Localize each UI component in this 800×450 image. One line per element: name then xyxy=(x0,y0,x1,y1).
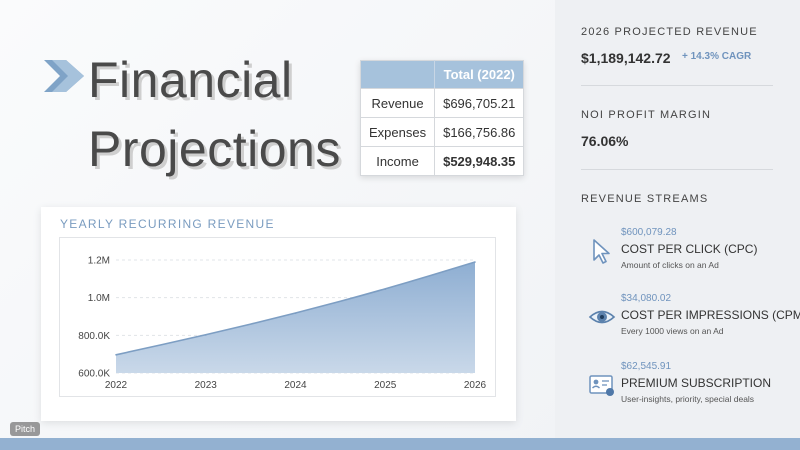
stream-title: PREMIUM SUBSCRIPTION xyxy=(621,376,772,390)
revenue-area-chart: 600.0K 800.0K 1.0M 1.2M 2022 2023 2024 2025 2026 xyxy=(78,256,487,392)
stream-amount: $600,079.28 xyxy=(621,227,677,238)
table-row: Income $529,948.35 xyxy=(359,146,525,176)
eye-icon xyxy=(588,310,616,324)
x-tick-label: 2023 xyxy=(195,380,218,391)
table-header-empty xyxy=(359,60,436,89)
pitch-badge[interactable]: Pitch xyxy=(10,422,41,436)
y-tick-label: 1.2M xyxy=(88,256,110,267)
stream-title: COST PER CLICK (CPC) xyxy=(621,242,758,256)
noi-margin-label: NOI PROFIT MARGIN xyxy=(581,109,712,121)
x-tick-label: 2025 xyxy=(374,380,397,391)
data-point-2024 xyxy=(294,312,297,315)
chart-title: YEARLY RECURRING REVENUE xyxy=(60,217,275,231)
revenue-streams-label: REVENUE STREAMS xyxy=(581,193,709,205)
table-cell-value: $529,948.35 xyxy=(434,146,525,176)
projected-revenue-label: 2026 PROJECTED REVENUE xyxy=(581,26,758,38)
stream-description: User-insights, priority, special deals xyxy=(621,394,755,404)
data-point-2025 xyxy=(384,288,387,290)
data-point-2023 xyxy=(204,334,207,336)
stream-description: Every 1000 views on an Ad xyxy=(621,326,724,336)
page-title-line1: Financial xyxy=(88,52,293,108)
table-header-total: Total (2022) xyxy=(434,60,525,89)
chart-frame: 600.0K 800.0K 1.0M 1.2M 2022 2023 2024 2025 2026 xyxy=(59,237,496,397)
chevron-right-icon xyxy=(44,60,84,92)
y-tick-label: 800.0K xyxy=(78,331,110,342)
stream-description: Amount of clicks on an Ad xyxy=(621,260,719,270)
table-cell-label: Revenue xyxy=(359,88,436,118)
table-header-row: Total (2022) xyxy=(359,60,525,89)
table-cell-value: $696,705.21 xyxy=(434,88,525,118)
divider xyxy=(581,85,773,86)
summary-table: Total (2022) Revenue $696,705.21 Expense… xyxy=(359,60,525,176)
bottom-accent-strip xyxy=(0,438,800,450)
table-row: Revenue $696,705.21 xyxy=(359,88,525,118)
projected-revenue-value: $1,189,142.72 xyxy=(581,50,671,66)
table-cell-label: Expenses xyxy=(359,117,436,147)
data-point-2026 xyxy=(474,261,476,263)
cursor-icon xyxy=(593,239,610,264)
x-tick-label: 2022 xyxy=(105,380,128,391)
stream-amount: $62,545.91 xyxy=(621,361,672,372)
table-cell-label: Income xyxy=(359,146,436,176)
table-cell-value: $166,756.86 xyxy=(434,117,525,147)
cagr-badge: + 14.3% CAGR xyxy=(682,51,752,62)
data-point-2022 xyxy=(115,353,117,356)
stream-title: COST PER IMPRESSIONS (CPM) xyxy=(621,308,800,322)
divider xyxy=(581,169,773,170)
stream-cpc: $600,079.28 COST PER CLICK (CPC) Amount … xyxy=(588,227,798,289)
stream-premium: $62,545.91 PREMIUM SUBSCRIPTION User-ins… xyxy=(588,361,798,423)
y-tick-label: 1.0M xyxy=(88,293,110,304)
y-tick-label: 600.0K xyxy=(78,369,110,380)
certificate-icon xyxy=(589,375,614,396)
noi-margin-value: 76.06% xyxy=(581,133,629,149)
table-row: Expenses $166,756.86 xyxy=(359,117,525,147)
stream-amount: $34,080.02 xyxy=(621,293,672,304)
x-tick-label: 2024 xyxy=(284,380,307,391)
revenue-chart-card: YEARLY RECURRING REVENUE 600.0K 800.0K 1.0… xyxy=(41,207,516,421)
stream-cpm: $34,080.02 COST PER IMPRESSIONS (CPM) Ev… xyxy=(588,293,800,355)
x-tick-label: 2026 xyxy=(464,380,487,391)
page-title-line2: Projections xyxy=(88,121,341,177)
